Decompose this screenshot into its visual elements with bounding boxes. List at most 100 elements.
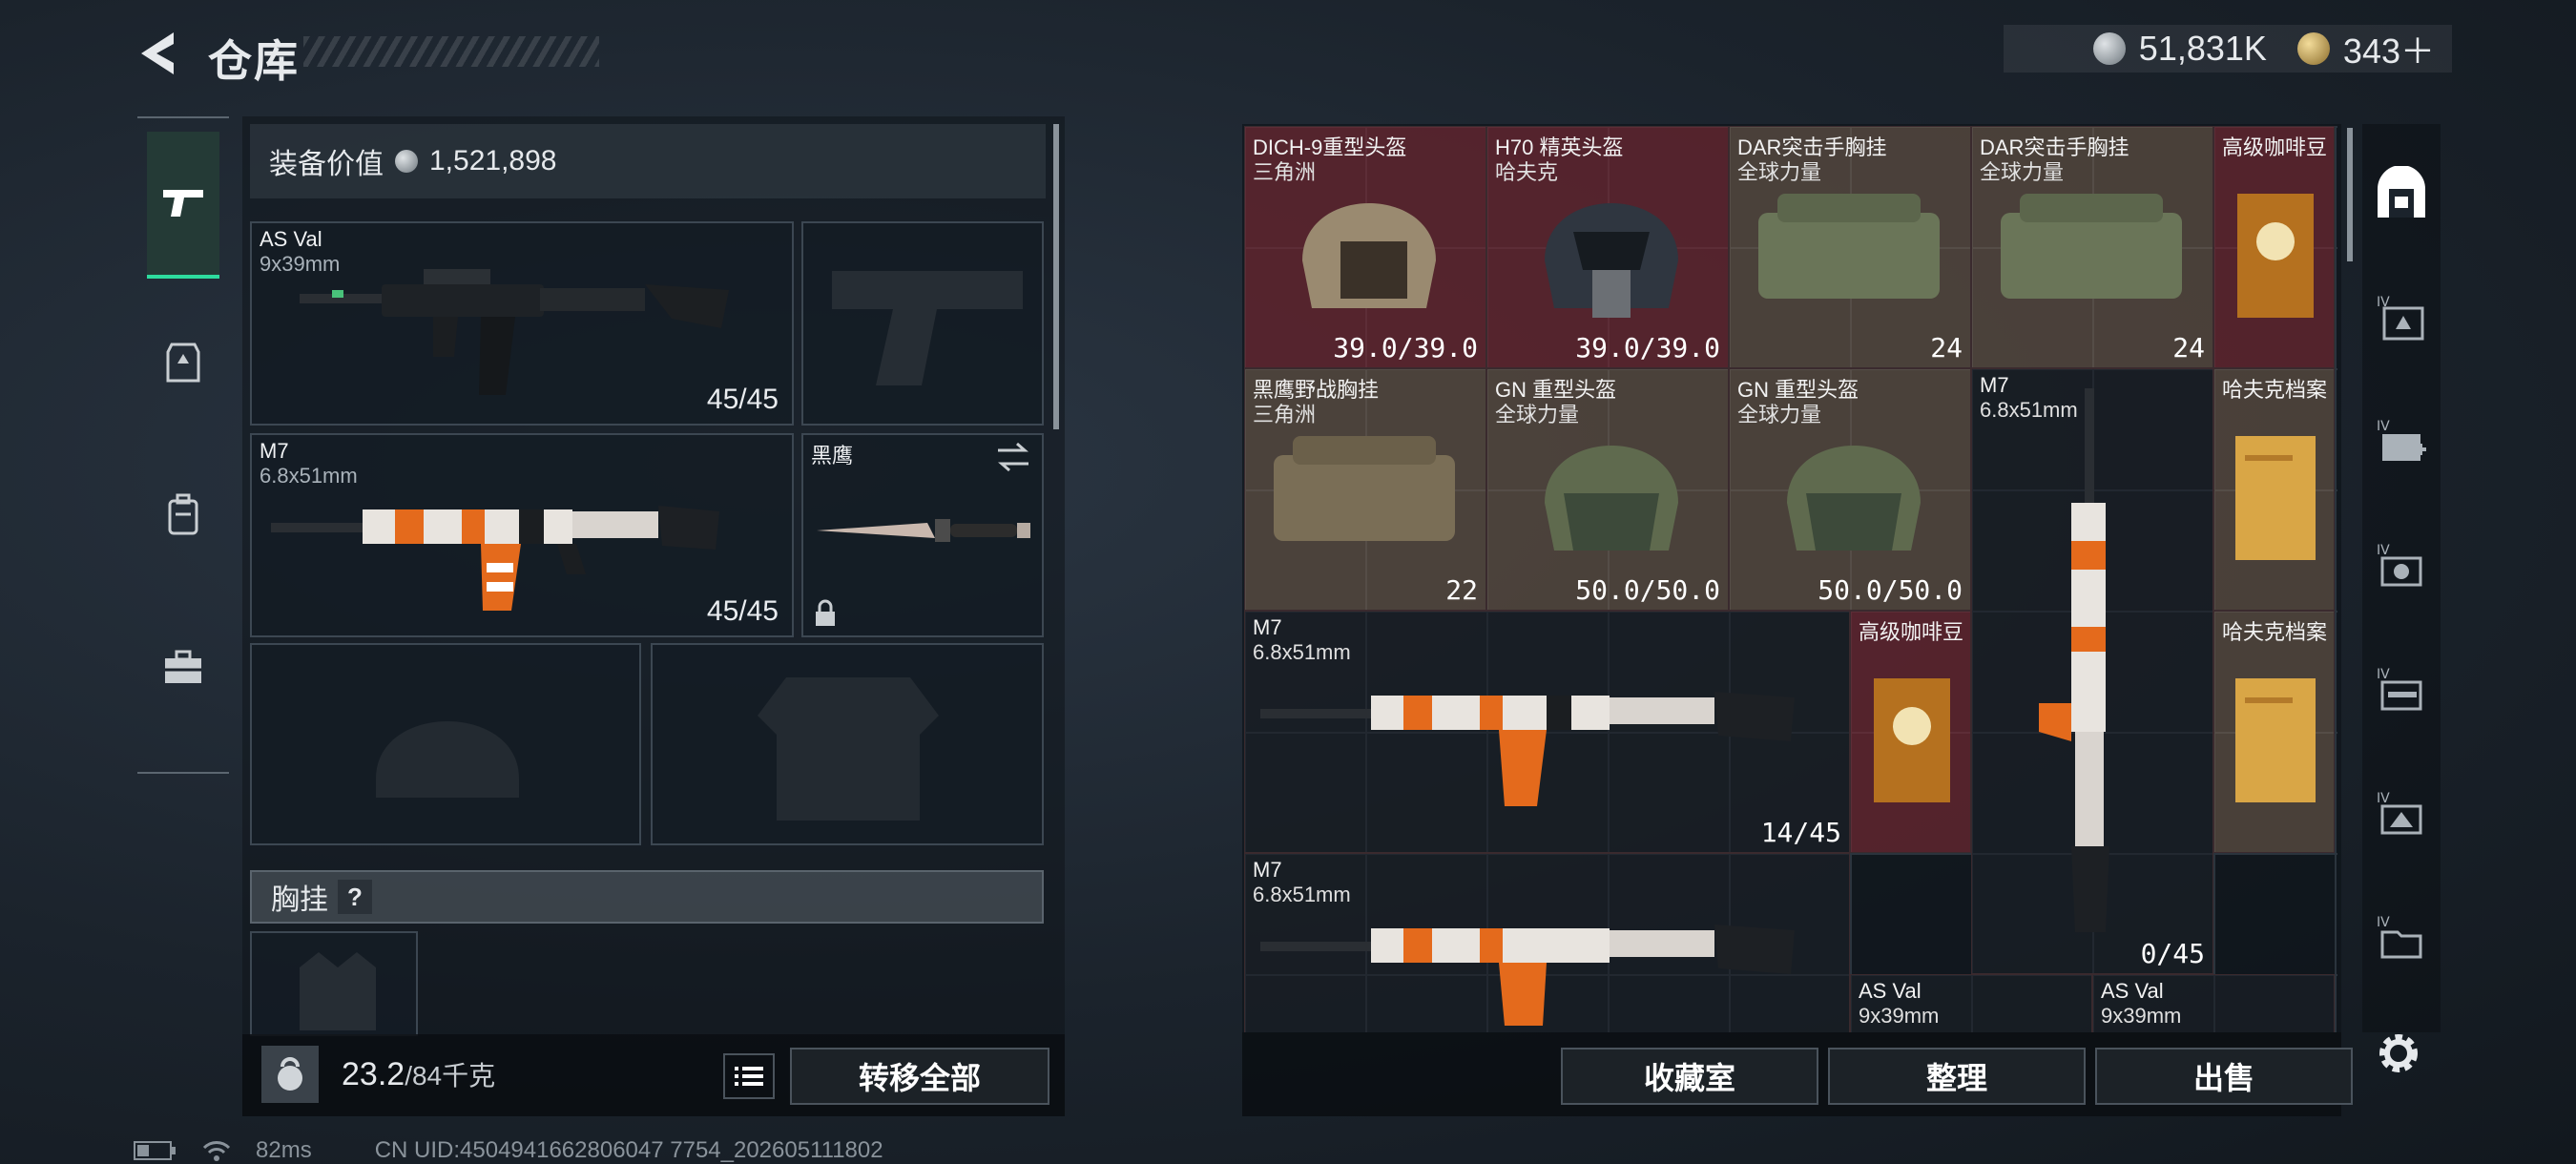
melee-name: 黑鹰 bbox=[811, 444, 854, 468]
transfer-all-button[interactable]: 转移全部 bbox=[790, 1048, 1049, 1105]
weight-current: 23.2 bbox=[342, 1056, 405, 1092]
gold-coin-icon bbox=[2296, 32, 2330, 65]
tab-medical-storage[interactable]: IV bbox=[2372, 412, 2431, 471]
chest-rig-header: 胸挂 ? bbox=[250, 870, 1044, 924]
kettlebell-icon bbox=[278, 1057, 302, 1091]
armor-storage-icon: IV bbox=[2377, 295, 2424, 341]
settings-button[interactable] bbox=[2372, 1027, 2425, 1080]
currency-gold-value: 343＋ bbox=[2342, 31, 2435, 71]
tab-ammo-storage[interactable]: IV bbox=[2372, 536, 2431, 595]
sidearm-slot[interactable] bbox=[801, 221, 1044, 426]
chest-rig-label: 胸挂 bbox=[271, 884, 328, 916]
item-name: 哈夫克档案 bbox=[2222, 378, 2328, 402]
helmet-slot[interactable] bbox=[250, 643, 641, 845]
weapon-name: M7 bbox=[260, 439, 289, 463]
stash-item[interactable]: DAR突击手胸挂 全球力量 24 bbox=[1971, 126, 2213, 368]
tab-case[interactable] bbox=[149, 634, 218, 702]
sell-button[interactable]: 出售 bbox=[2095, 1048, 2353, 1105]
storage-home-icon bbox=[2378, 166, 2425, 218]
helmet-placeholder-icon bbox=[376, 721, 519, 798]
item-capacity: 24 bbox=[1930, 332, 1963, 364]
item-faction: 全球力量 bbox=[1737, 160, 1822, 184]
stash-item[interactable]: GN 重型头盔 全球力量 50.0/50.0 bbox=[1486, 368, 1729, 611]
item-ammo: 0/45 bbox=[2140, 938, 2205, 969]
stash-item[interactable]: M7 6.8x51mm bbox=[1244, 853, 1850, 1032]
stash-grid: DICH-9重型头盔 三角洲 39.0/39.0 H70 精英头盔 哈夫克 39… bbox=[1244, 126, 2337, 1032]
coffee-bag-image bbox=[2237, 194, 2314, 318]
as-val-rifle-image bbox=[300, 269, 729, 395]
ping-value: 82ms bbox=[256, 1137, 312, 1163]
melee-slot[interactable]: 黑鹰 bbox=[801, 433, 1044, 637]
equipment-scrollbar[interactable] bbox=[1053, 124, 1059, 429]
armor-placeholder-icon bbox=[758, 677, 939, 821]
lock-icon bbox=[816, 599, 835, 626]
tab-weapon-storage[interactable]: IV bbox=[2372, 660, 2431, 719]
tab-weapons[interactable] bbox=[147, 132, 219, 279]
swap-icon[interactable] bbox=[994, 441, 1032, 473]
tab-misc-storage[interactable]: IV bbox=[2372, 908, 2431, 967]
help-icon[interactable]: ? bbox=[338, 880, 372, 914]
folder-storage-icon: IV bbox=[2377, 915, 2422, 959]
user-uid: CN UID:4504941662806047 7754_20260511180… bbox=[374, 1137, 883, 1163]
svg-text:IV: IV bbox=[2377, 419, 2390, 434]
item-name: M7 bbox=[1980, 373, 2009, 397]
stash-item[interactable]: M7 6.8x51mm 0/45 bbox=[1971, 368, 2213, 974]
secondary-weapon-slot[interactable]: M7 6.8x51mm 45/45 bbox=[250, 433, 794, 637]
tab-gear-storage[interactable]: IV bbox=[2372, 784, 2431, 843]
knife-image bbox=[817, 519, 1030, 542]
title-decoration bbox=[303, 36, 599, 67]
stash-item[interactable]: DICH-9重型头盔 三角洲 39.0/39.0 bbox=[1244, 126, 1486, 368]
ammo-storage-icon: IV bbox=[2377, 543, 2422, 587]
stash-item[interactable]: 黑鹰野战胸挂 三角洲 22 bbox=[1244, 368, 1486, 611]
stash-item[interactable]: 高级咖啡豆 bbox=[1850, 611, 1971, 853]
sort-button[interactable]: 整理 bbox=[1828, 1048, 2086, 1105]
weapon-ammo: 45/45 bbox=[706, 595, 779, 627]
silver-coin-icon bbox=[395, 150, 418, 173]
chest-rig-slot[interactable] bbox=[250, 931, 418, 1036]
stash-item[interactable]: 哈夫克档案 bbox=[2213, 611, 2335, 853]
currency-bar: 51,831K 343＋ bbox=[2004, 25, 2452, 73]
page-title: 仓库 bbox=[208, 36, 300, 86]
stash-item[interactable]: GN 重型头盔 全球力量 50.0/50.0 bbox=[1729, 368, 1971, 611]
armor-icon bbox=[166, 343, 200, 383]
list-view-button[interactable] bbox=[723, 1053, 775, 1099]
item-ammo: 14/45 bbox=[1760, 817, 1841, 848]
item-caliber: 9x39mm bbox=[2101, 1004, 2182, 1028]
gear-icon bbox=[2379, 1034, 2418, 1072]
tab-armor-storage[interactable]: IV bbox=[2372, 288, 2431, 347]
svg-text:IV: IV bbox=[2377, 667, 2390, 682]
currency-silver-value: 51,831K bbox=[2138, 29, 2267, 68]
item-capacity: 24 bbox=[2172, 332, 2205, 364]
primary-weapon-slot[interactable]: AS Val 9x39mm 45/45 bbox=[250, 221, 794, 426]
weapon-name: AS Val bbox=[260, 227, 322, 251]
stash-item[interactable]: AS Val 9x39mm bbox=[1850, 974, 2092, 1032]
weapon-storage-icon: IV bbox=[2377, 667, 2422, 711]
equipment-value: 1,521,898 bbox=[429, 145, 557, 177]
stash-item[interactable]: H70 精英头盔 哈夫克 39.0/39.0 bbox=[1486, 126, 1729, 368]
m7-rifle-vertical-image bbox=[2039, 388, 2109, 932]
silver-coin-icon bbox=[2092, 32, 2126, 65]
back-button[interactable] bbox=[134, 27, 187, 80]
briefcase-icon bbox=[165, 650, 201, 683]
stash-scrollbar[interactable] bbox=[2347, 128, 2353, 261]
helmet-image bbox=[1787, 446, 1921, 551]
stash-item[interactable]: 高级咖啡豆 bbox=[2213, 126, 2335, 368]
pistol-icon bbox=[163, 190, 203, 217]
document-folder-image bbox=[2235, 436, 2316, 560]
tab-all-storage[interactable] bbox=[2372, 164, 2431, 223]
armor-slot[interactable] bbox=[651, 643, 1044, 845]
tab-backpack[interactable] bbox=[149, 481, 218, 550]
stash-item[interactable]: DAR突击手胸挂 全球力量 24 bbox=[1729, 126, 1971, 368]
chest-rig-image bbox=[1274, 436, 1455, 541]
tab-armor[interactable] bbox=[149, 328, 218, 397]
document-folder-image bbox=[2235, 678, 2316, 802]
stash-item[interactable]: AS Val 9x39mm bbox=[2092, 974, 2335, 1032]
stash-item[interactable]: M7 6.8x51mm 14/45 bbox=[1244, 611, 1850, 853]
stash-item[interactable]: 哈夫克档案 bbox=[2213, 368, 2335, 611]
m7-rifle-image bbox=[1260, 692, 1795, 806]
item-name: 高级咖啡豆 bbox=[2222, 135, 2328, 159]
weapon-ammo: 45/45 bbox=[706, 384, 779, 415]
item-faction: 全球力量 bbox=[1980, 160, 2065, 184]
equipment-value-bar: 装备价值 1,521,898 bbox=[250, 124, 1046, 198]
collection-room-button[interactable]: 收藏室 bbox=[1561, 1048, 1818, 1105]
